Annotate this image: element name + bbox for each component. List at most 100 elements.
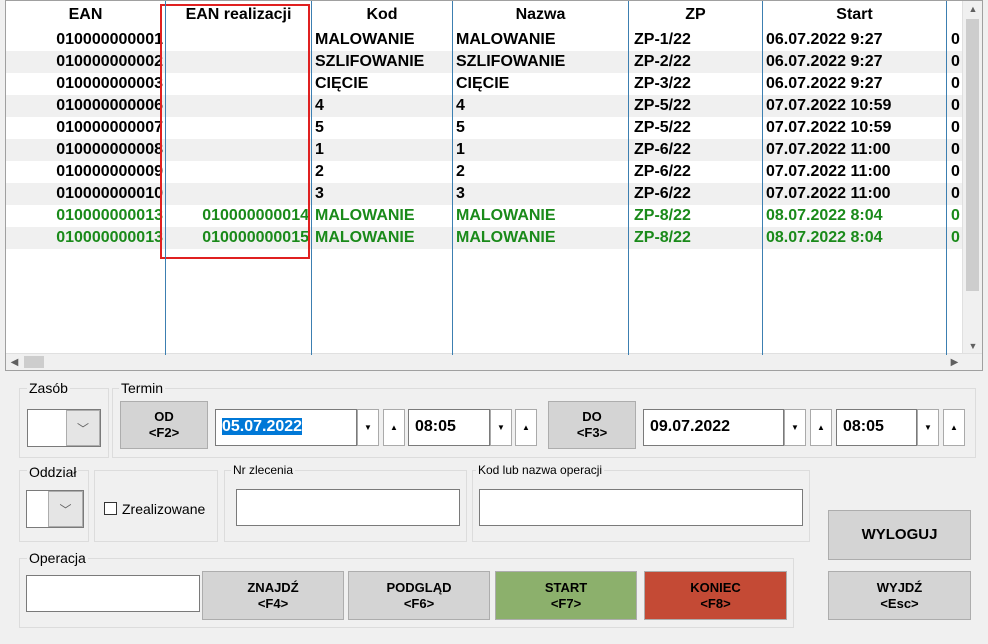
table-row[interactable]: 010000000006 4 4 ZP-5/22 07.07.2022 10:59 0 [6,95,963,117]
header-start[interactable]: Start [763,1,946,29]
cell-zp: ZP-2/22 [634,53,691,70]
wyloguj-button[interactable]: WYLOGUJ [828,510,971,560]
header-nazwa[interactable]: Nazwa [453,1,628,29]
znajdz-button[interactable]: ZNAJDŹ <F4> [202,571,344,620]
cell-nazwa: 4 [456,97,465,114]
scroll-thumb[interactable] [966,19,979,291]
cell-kod: MALOWANIE [315,31,415,48]
cell-start: 06.07.2022 9:27 [766,75,883,92]
cell-start: 07.07.2022 11:00 [766,141,891,158]
znajdz-button-label: ZNAJDŹ [247,579,299,595]
do-button[interactable]: DO <F3> [548,401,636,449]
table-row[interactable]: 010000000002 SZLIFOWANIE SZLIFOWANIE ZP-2/2… [6,51,963,73]
cell-kod: MALOWANIE [315,207,415,224]
cell-ean: 010000000001 [56,31,163,48]
ean-realizacji-highlight [160,4,310,259]
cell-zp: ZP-8/22 [634,229,691,246]
vertical-scrollbar[interactable]: ▲ ▼ [962,1,982,355]
operacja-input[interactable] [26,575,200,612]
od-date-spin-icon[interactable]: ▲ [383,409,405,446]
table-row[interactable]: 010000000013 010000000014 MALOWANIE MALOWAN… [6,205,963,227]
cell-nazwa: CIĘCIE [456,75,510,92]
podglad-button[interactable]: PODGLĄD <F6> [348,571,490,620]
wyjdz-button[interactable]: WYJDŹ <Esc> [828,571,971,620]
zrealizowane-checkbox[interactable] [104,502,117,515]
nr-zlecenia-input[interactable] [236,489,460,526]
table-row[interactable]: 010000000010 3 3 ZP-6/22 07.07.2022 11:00 0 [6,183,963,205]
header-ean[interactable]: EAN [6,1,165,29]
koniec-button[interactable]: KONIEC <F8> [644,571,787,620]
cell-kod: 2 [315,163,324,180]
chevron-down-icon[interactable]: ﹀ [66,410,100,446]
do-date-input[interactable]: 09.07.2022 [643,409,784,446]
cell-kod: 5 [315,119,324,136]
col-separator [311,1,312,355]
od-button-label: OD [154,409,174,424]
cell-start: 06.07.2022 9:27 [766,31,883,48]
cell-nazwa: 3 [456,185,465,202]
cell-nazwa: MALOWANIE [456,31,556,48]
table-row[interactable]: 010000000008 1 1 ZP-6/22 07.07.2022 11:00 0 [6,139,963,161]
cell-zp: ZP-8/22 [634,207,691,224]
horizontal-scrollbar[interactable]: ◀ ▶ [6,353,982,370]
koniec-button-label: KONIEC [690,579,741,595]
od-date-value: 05.07.2022 [222,418,303,435]
kod-operacji-input[interactable] [479,489,803,526]
cell-start: 07.07.2022 11:00 [766,163,891,180]
table-row[interactable]: 010000000003 CIĘCIE CIĘCIE ZP-3/22 06.07.202… [6,73,963,95]
cell-kod: 4 [315,97,324,114]
wyjdz-button-key: <Esc> [880,595,919,611]
cell-kod: MALOWANIE [315,229,415,246]
od-date-dropdown-icon[interactable]: ▼ [357,409,379,446]
od-time-spin-icon[interactable]: ▲ [515,409,537,446]
cell-nazwa: SZLIFOWANIE [456,53,566,70]
cell-ean: 010000000007 [56,119,163,136]
od-time-input[interactable]: 08:05 [408,409,490,446]
scroll-right-icon[interactable]: ▶ [946,354,963,370]
start-button[interactable]: START <F7> [495,571,637,620]
zasob-label: Zasób [27,380,70,396]
cell-nazwa: MALOWANIE [456,229,556,246]
do-time-spin-icon[interactable]: ▲ [943,409,965,446]
cell-zp: ZP-3/22 [634,75,691,92]
cell-ean: 010000000013 [56,229,163,246]
cell-start: 08.07.2022 8:04 [766,207,883,224]
table-row[interactable]: 010000000007 5 5 ZP-5/22 07.07.2022 10:59 0 [6,117,963,139]
cell-nazwa: 1 [456,141,465,158]
chevron-down-icon[interactable]: ﹀ [48,491,83,527]
header-zp[interactable]: ZP [629,1,762,29]
od-time-dropdown-icon[interactable]: ▼ [490,409,512,446]
table-row[interactable]: 010000000001 MALOWANIE MALOWANIE ZP-1/22 06.… [6,29,963,51]
zrealizowane-label: Zrealizowane [122,501,206,517]
do-date-dropdown-icon[interactable]: ▼ [784,409,806,446]
cell-ean: 010000000013 [56,207,163,224]
scroll-left-icon[interactable]: ◀ [6,354,23,370]
operations-grid[interactable]: EAN EAN realizacji Kod Nazwa ZP Start 01… [5,0,983,371]
grid-body: EAN EAN realizacji Kod Nazwa ZP Start 01… [6,1,963,355]
cell-start: 08.07.2022 8:04 [766,229,883,246]
table-row[interactable]: 010000000009 2 2 ZP-6/22 07.07.2022 11:00 0 [6,161,963,183]
scroll-up-icon[interactable]: ▲ [963,1,982,18]
cell-nazwa: MALOWANIE [456,207,556,224]
od-date-input[interactable]: 05.07.2022 [215,409,357,446]
cell-start: 07.07.2022 10:59 [766,97,892,114]
cell-ean: 010000000002 [56,53,163,70]
do-time-input[interactable]: 08:05 [836,409,917,446]
koniec-button-key: <F8> [700,595,731,611]
nr-zlecenia-label: Nr zlecenia [231,463,296,477]
od-button[interactable]: OD <F2> [120,401,208,449]
kod-operacji-label: Kod lub nazwa operacji [476,463,605,477]
podglad-button-key: <F6> [403,595,435,611]
col-separator [452,1,453,355]
cell-nazwa: 2 [456,163,465,180]
table-row[interactable]: 010000000013 010000000015 MALOWANIE MALOWAN… [6,227,963,249]
cell-start: 07.07.2022 10:59 [766,119,892,136]
do-time-dropdown-icon[interactable]: ▼ [917,409,939,446]
cell-zp: ZP-6/22 [634,185,691,202]
do-date-spin-icon[interactable]: ▲ [810,409,832,446]
termin-label: Termin [119,380,166,396]
header-kod[interactable]: Kod [312,1,452,29]
scroll-thumb-horizontal[interactable] [24,356,44,368]
col-separator [165,1,166,355]
oddzial-label: Oddział [27,464,79,480]
